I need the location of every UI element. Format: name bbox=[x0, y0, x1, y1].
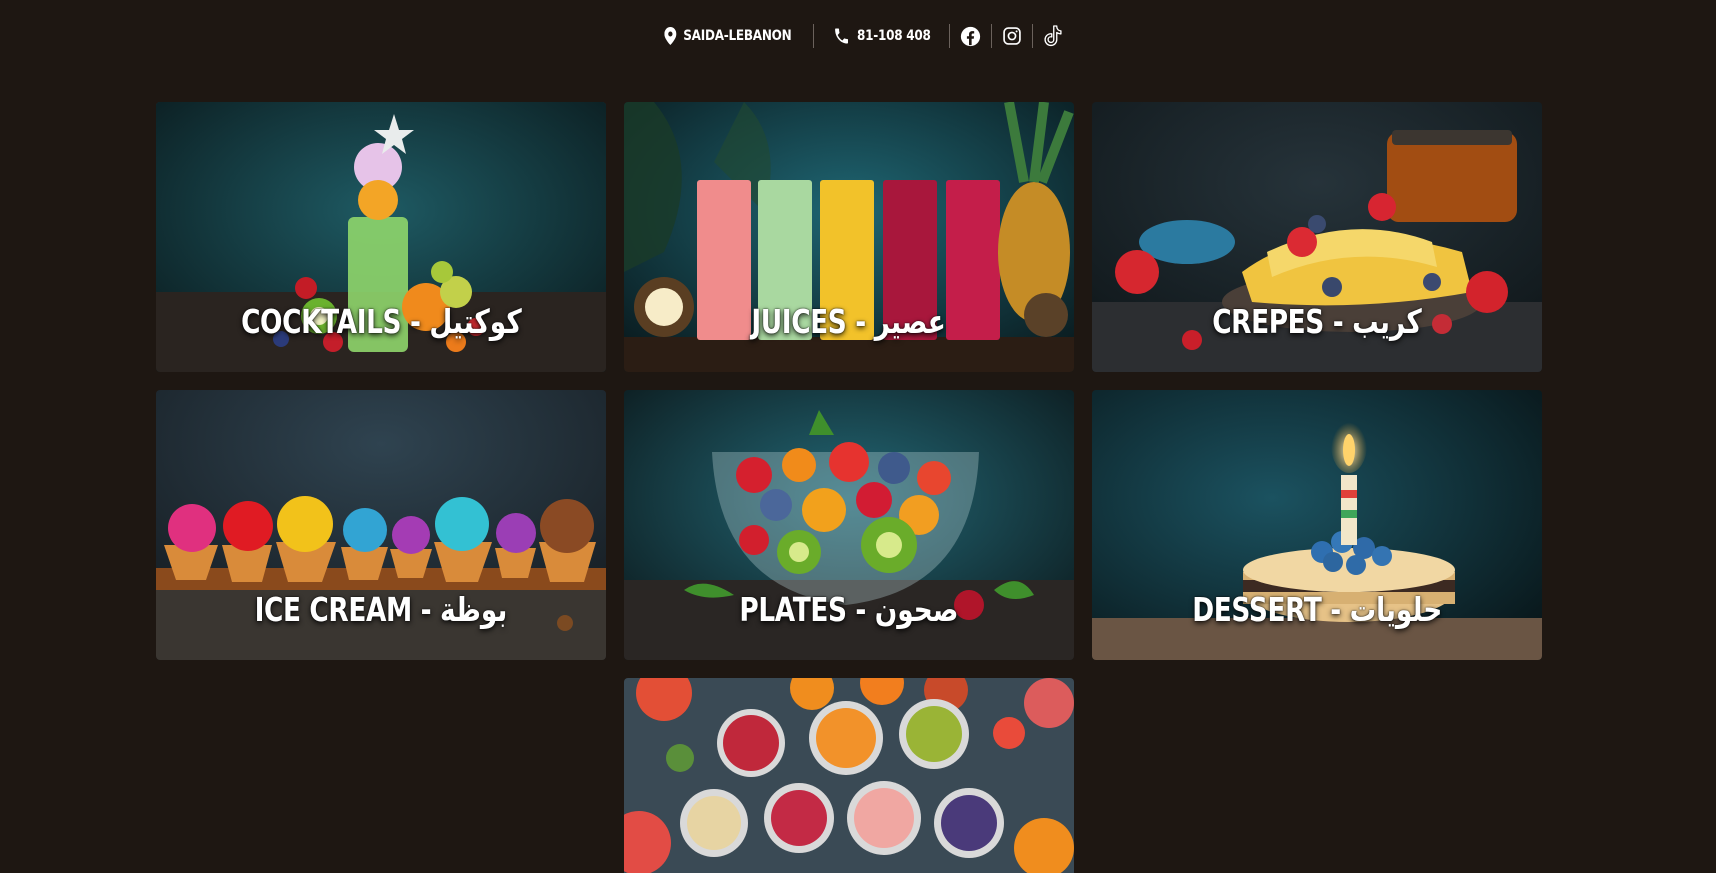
category-card-dessert[interactable]: DESSERT - حلويات bbox=[1092, 390, 1542, 660]
category-title: ICE CREAM - بوظة bbox=[254, 590, 508, 629]
category-title: PLATES - صحون bbox=[739, 590, 959, 629]
category-card-plates[interactable]: PLATES - صحون bbox=[624, 390, 1074, 660]
category-card-crepes[interactable]: CREPES - كريب bbox=[1092, 102, 1542, 372]
instagram-link[interactable] bbox=[992, 24, 1032, 48]
tiktok-icon bbox=[1044, 25, 1062, 47]
map-pin-icon bbox=[664, 27, 677, 45]
divider bbox=[812, 24, 814, 48]
location[interactable]: SAIDA-LEBANON bbox=[655, 24, 801, 48]
instagram-icon bbox=[1003, 27, 1021, 45]
category-title: CREPES - كريب bbox=[1212, 302, 1422, 341]
category-title: JUICES - عصير bbox=[751, 302, 947, 341]
facebook-icon bbox=[961, 26, 981, 46]
category-card-bowls[interactable] bbox=[624, 678, 1074, 873]
tiktok-link[interactable] bbox=[1033, 24, 1073, 48]
category-card-cocktails[interactable]: COCKTAILS - كوكتيل bbox=[156, 102, 606, 372]
phone-icon bbox=[834, 28, 848, 44]
category-title: DESSERT - حلويات bbox=[1191, 590, 1443, 629]
category-card-juices[interactable]: JUICES - عصير bbox=[624, 102, 1074, 372]
category-title: COCKTAILS - كوكتيل bbox=[240, 302, 522, 341]
location-text: SAIDA-LEBANON bbox=[683, 28, 792, 44]
contact-bar: SAIDA-LEBANON 81-108 408 bbox=[0, 21, 1716, 51]
phone-text: 81-108 408 bbox=[856, 28, 931, 44]
phone[interactable]: 81-108 408 bbox=[823, 24, 940, 48]
facebook-link[interactable] bbox=[950, 24, 991, 48]
fruit-bowls-image bbox=[624, 678, 1074, 873]
category-card-ice-cream[interactable]: ICE CREAM - بوظة bbox=[156, 390, 606, 660]
